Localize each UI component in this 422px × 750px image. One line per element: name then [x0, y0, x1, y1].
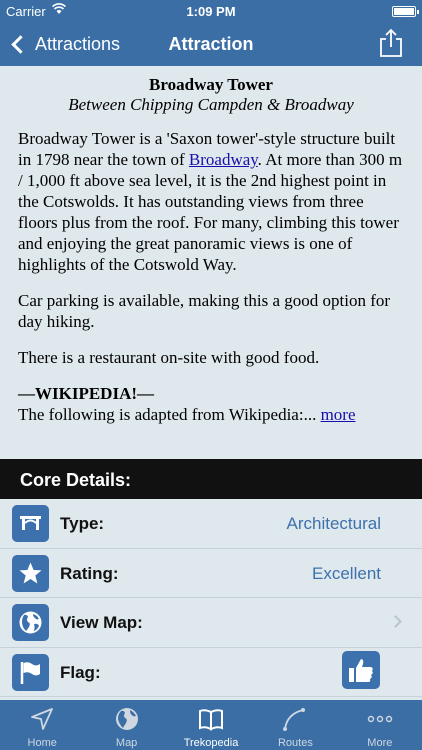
tab-label-home: Home — [27, 737, 57, 749]
detail-row-view-map[interactable]: View Map: — [0, 598, 422, 648]
description-paragraph: Broadway Tower is a 'Saxon tower'-style … — [18, 128, 404, 275]
tab-label-routes: Routes — [277, 737, 313, 749]
wikipedia-text: The following is adapted from Wikipedia:… — [18, 405, 321, 424]
type-label: Type: — [60, 514, 105, 533]
flag-icon — [12, 653, 49, 691]
tab-trekopedia[interactable]: Trekopedia — [169, 700, 253, 750]
star-icon — [12, 554, 49, 592]
tab-more[interactable]: More — [338, 700, 422, 750]
tab-map[interactable]: Map — [84, 700, 168, 750]
wikipedia-heading: —WIKIPEDIA!— — [18, 384, 155, 403]
tab-label-trekopedia: Trekopedia — [183, 737, 239, 749]
tab-label-map: Map — [115, 737, 138, 749]
broadway-link[interactable]: Broadway — [189, 150, 258, 169]
architecture-icon — [12, 505, 49, 542]
tab-home[interactable]: Home — [0, 700, 84, 750]
attraction-subtitle: Between Chipping Campden & Broadway — [68, 95, 354, 114]
rating-label: Rating: — [60, 563, 119, 583]
map-globe-icon — [115, 708, 138, 730]
more-icon — [367, 715, 393, 723]
globe-icon — [12, 604, 49, 641]
tab-bar: Home Map Trekopedia Routes More — [0, 700, 422, 750]
share-icon[interactable] — [378, 28, 404, 58]
type-value: Architectural — [286, 514, 381, 533]
status-bar: Carrier 1:09 PM — [0, 0, 422, 22]
core-details-header: Core Details: — [0, 459, 422, 499]
core-details-list: Type: Architectural Rating: Excellent Vi… — [0, 499, 422, 697]
view-map-label: View Map: — [60, 613, 143, 632]
tab-label-more: More — [367, 737, 393, 749]
parking-paragraph: Car parking is available, making this a … — [18, 291, 391, 331]
detail-row-rating: Rating: Excellent — [0, 549, 422, 598]
thumbs-up-icon[interactable] — [342, 650, 380, 689]
wikipedia-paragraph: The following is adapted from Wikipedia:… — [18, 404, 404, 425]
detail-row-type: Type: Architectural — [0, 499, 422, 549]
tab-routes[interactable]: Routes — [253, 700, 337, 750]
attraction-title: Broadway Tower — [149, 75, 273, 94]
rating-value: Excellent — [312, 563, 381, 583]
more-link[interactable]: more — [321, 405, 356, 424]
chevron-right-icon — [389, 615, 402, 628]
book-icon — [199, 709, 224, 731]
route-icon — [283, 708, 306, 731]
location-arrow-icon — [31, 708, 54, 730]
battery-icon — [392, 6, 419, 17]
restaurant-paragraph: There is a restaurant on-site with good … — [18, 348, 320, 367]
clock: 1:09 PM — [186, 4, 236, 19]
attraction-article: Broadway Tower Between Chipping Campden … — [0, 66, 422, 459]
page-title: Attraction — [168, 34, 254, 54]
navigation-bar: Attractions Attraction — [0, 22, 422, 66]
flag-label: Flag: — [60, 662, 101, 682]
detail-row-flag: Flag: — [0, 648, 422, 697]
